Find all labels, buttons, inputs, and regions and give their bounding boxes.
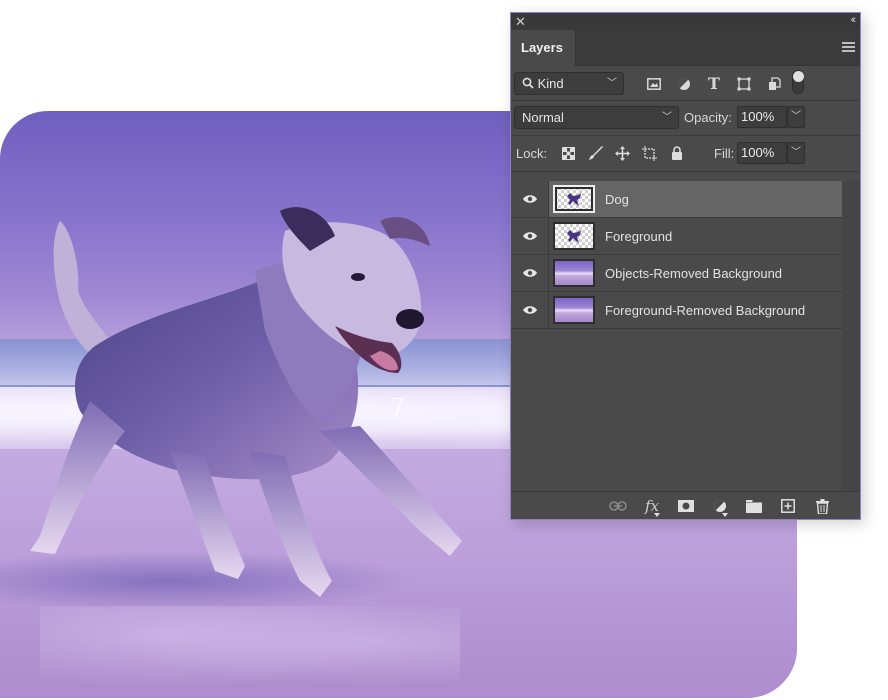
eye-icon: [522, 269, 537, 277]
trash-icon[interactable]: [805, 495, 839, 517]
dog-back-leg: [30, 401, 125, 554]
filter-kind-select[interactable]: Kind ﹀: [514, 72, 624, 95]
tab-layers[interactable]: Layers: [511, 30, 576, 66]
chevron-down-icon: ﹀: [662, 112, 672, 123]
blend-row: Normal ﹀ Opacity: 100% ﹀: [511, 101, 860, 136]
visibility-toggle[interactable]: [511, 292, 549, 328]
layer-thumbnail: [553, 259, 595, 287]
lock-transparent-pixels-icon[interactable]: [555, 142, 582, 164]
search-icon: [522, 77, 534, 89]
fill-dropdown-button[interactable]: ﹀: [787, 142, 805, 164]
shape-layer-filter-icon[interactable]: [729, 72, 759, 95]
layer-name: Objects-Removed Background: [605, 265, 783, 281]
fx-icon[interactable]: fx: [635, 495, 669, 517]
blend-mode-value: Normal: [522, 110, 564, 125]
visibility-toggle[interactable]: [511, 218, 549, 254]
layer-row-foreground-removed-background[interactable]: Foreground-Removed Background: [511, 292, 842, 329]
layers-list: Dog Foreground Objects-Removed Backgroun…: [511, 181, 842, 329]
eye-icon: [522, 232, 537, 240]
visibility-toggle[interactable]: [511, 181, 549, 217]
layer-row-dog[interactable]: Dog: [511, 181, 842, 218]
layer-name: Foreground: [605, 228, 673, 244]
lock-row: Lock: Fill: 100% ﹀: [511, 136, 860, 172]
new-layer-icon[interactable]: [771, 495, 805, 517]
close-icon[interactable]: ✕: [515, 13, 526, 30]
dog-front-leg-2: [320, 426, 462, 556]
blend-mode-select[interactable]: Normal ﹀: [514, 106, 679, 129]
dog-nose: [396, 309, 424, 329]
opacity-dropdown-button[interactable]: ﹀: [787, 106, 805, 128]
dog-thumbnail-icon: [567, 193, 581, 206]
dog-thumbnail-icon: [567, 230, 581, 243]
lock-label: Lock:: [516, 146, 548, 161]
link-layers-icon[interactable]: [601, 495, 635, 517]
add-mask-icon[interactable]: [669, 495, 703, 517]
smart-object-filter-icon[interactable]: [759, 72, 789, 95]
visibility-toggle[interactable]: [511, 255, 549, 291]
filter-row: Kind ﹀ T: [511, 66, 860, 101]
layer-row-objects-removed-background[interactable]: Objects-Removed Background: [511, 255, 842, 292]
double-chevron-icon[interactable]: ‹‹: [851, 13, 857, 28]
layer-thumbnail: [553, 296, 595, 324]
dog-eye: [351, 273, 365, 281]
panel-footer: fx: [511, 491, 860, 519]
layers-panel: ✕ ‹‹ Layers Kind ﹀ T Normal ﹀ Opacity: 1…: [510, 12, 861, 520]
new-group-icon[interactable]: [737, 495, 771, 517]
layers-scrollbar[interactable]: [842, 181, 860, 493]
opacity-input[interactable]: 100%: [737, 106, 787, 128]
chevron-down-icon: ﹀: [607, 78, 617, 89]
dog-tail: [53, 221, 110, 356]
layer-thumbnail: [553, 185, 595, 213]
lock-all-icon[interactable]: [663, 142, 690, 164]
layer-row-foreground[interactable]: Foreground: [511, 218, 842, 255]
panel-titlebar: ✕ ‹‹: [511, 13, 860, 30]
lock-image-pixels-icon[interactable]: [582, 142, 609, 164]
eye-icon: [522, 306, 537, 314]
eye-icon: [522, 195, 537, 203]
lock-artboard-icon[interactable]: [636, 142, 663, 164]
filter-toggle[interactable]: [792, 70, 804, 94]
fill-label: Fill:: [714, 146, 735, 161]
layer-name: Dog: [605, 191, 629, 207]
fill-input[interactable]: 100%: [737, 142, 787, 164]
adjustment-layer-icon[interactable]: [703, 495, 737, 517]
pixel-layer-filter-icon[interactable]: [639, 72, 669, 95]
adjustment-layer-filter-icon[interactable]: [669, 72, 699, 95]
type-layer-filter-icon[interactable]: T: [699, 72, 729, 95]
layer-thumbnail: [553, 222, 595, 250]
opacity-label: Opacity:: [684, 110, 732, 125]
panel-tabbar: Layers: [511, 30, 860, 66]
filter-kind-label: Kind: [537, 76, 564, 91]
overlay-number: 7: [389, 394, 406, 424]
lock-position-icon[interactable]: [609, 142, 636, 164]
layer-name: Foreground-Removed Background: [605, 302, 806, 318]
hamburger-menu-icon[interactable]: [842, 42, 855, 52]
